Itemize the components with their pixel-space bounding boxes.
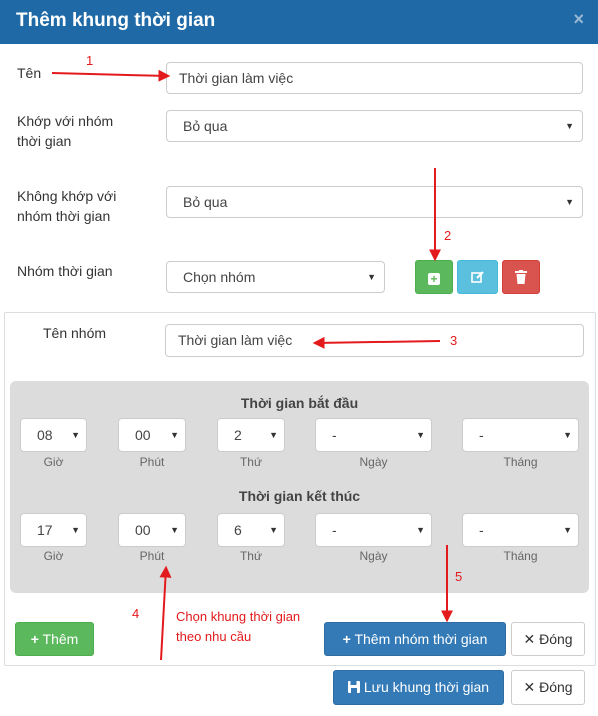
- annotation-note-line2: theo nhu cầu: [176, 629, 252, 644]
- annotation-arrow-3: [312, 336, 441, 349]
- annotation-arrow-1: [51, 69, 171, 82]
- annotation-number-4: 4: [132, 606, 140, 621]
- annotation-note-line1: Chọn khung thời gian: [176, 609, 301, 624]
- annotation-number-5: 5: [455, 569, 463, 584]
- annotation-number-2: 2: [444, 228, 452, 243]
- annotation-number-3: 3: [450, 333, 458, 348]
- annotation-number-1: 1: [86, 53, 94, 68]
- annotation-arrow-4: [159, 565, 172, 661]
